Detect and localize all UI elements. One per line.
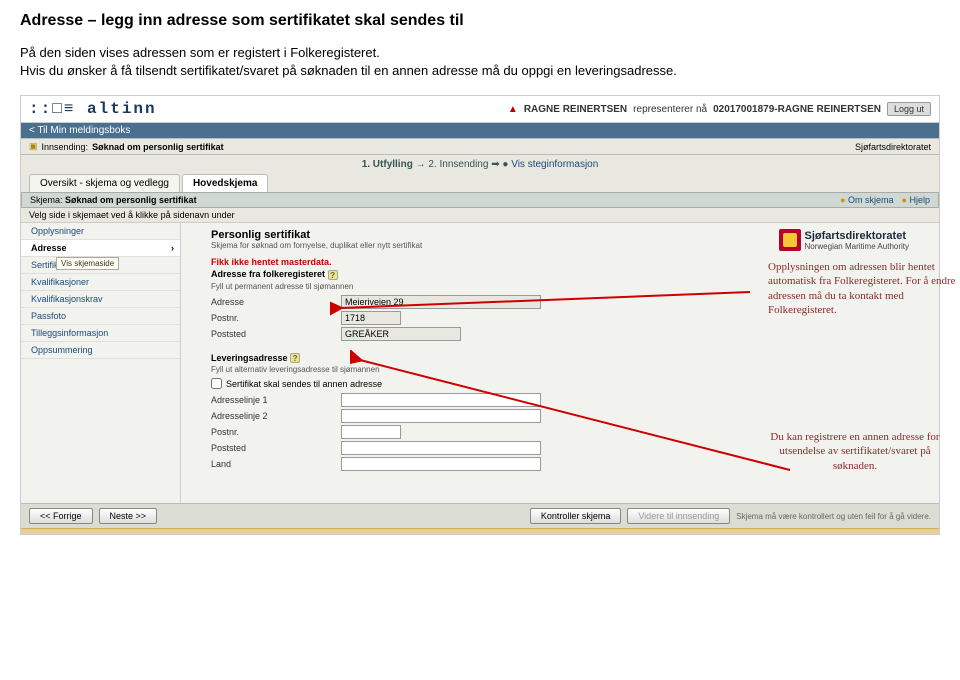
sidebar-item-adresse[interactable]: Adresse xyxy=(21,240,180,257)
land-label: Land xyxy=(211,459,341,469)
show-step-info-link[interactable]: Vis steginformasjon xyxy=(511,159,598,170)
help-question-icon[interactable]: ? xyxy=(328,270,338,280)
document-icon: ▣ xyxy=(29,141,38,152)
help-question-icon[interactable]: ? xyxy=(290,353,300,363)
step-1-label: 1. Utfylling xyxy=(362,159,413,170)
altinn-logo: ::□≡ altinn xyxy=(29,100,157,118)
bottom-decoration xyxy=(21,528,939,534)
adresselinje2-input[interactable] xyxy=(341,409,541,423)
agency-name-en: Norwegian Maritime Authority xyxy=(805,242,909,251)
info-icon: ● xyxy=(840,195,845,205)
submission-title: Søknad om personlig sertifikat xyxy=(92,142,224,152)
user-id: 02017001879-RAGNE REINERTSEN xyxy=(713,104,881,115)
help-icon: ● xyxy=(902,195,907,205)
adresselinje2-label: Adresselinje 2 xyxy=(211,411,341,421)
footer-note: Skjema må være kontrollert og uten feil … xyxy=(736,512,931,521)
about-schema-link[interactable]: Om skjema xyxy=(848,195,894,205)
agency-name-header: Sjøfartsdirektoratet xyxy=(855,142,931,152)
schema-name: Søknad om personlig sertifikat xyxy=(65,195,197,205)
agency-name: Sjøfartsdirektoratet xyxy=(805,230,909,242)
adresse-label: Adresse xyxy=(211,297,341,307)
adresse-input[interactable] xyxy=(341,295,541,309)
help-link[interactable]: Hjelp xyxy=(909,195,930,205)
step-2-label: 2. Innsending xyxy=(428,159,488,170)
agency-logo-icon xyxy=(779,229,801,251)
send-to-alt-address-label: Sertifikat skal sendes til annen adresse xyxy=(226,379,382,389)
tab-overview[interactable]: Oversikt - skjema og vedlegg xyxy=(29,174,180,192)
form-title: Personlig sertifikat xyxy=(211,229,422,241)
forward-button[interactable]: Videre til innsending xyxy=(627,508,730,524)
prev-button[interactable]: << Forrige xyxy=(29,508,93,524)
sidebar-item-kvalifikasjoner[interactable]: Kvalifikasjoner xyxy=(21,274,180,291)
poststed-input[interactable] xyxy=(341,327,461,341)
leveringsadresse-section-heading: Leveringsadresse xyxy=(211,353,288,363)
send-to-alt-address-checkbox[interactable] xyxy=(211,378,222,389)
user-name: RAGNE REINERTSEN xyxy=(524,104,627,115)
form-subtitle: Skjema for søknad om fornyelse, duplikat… xyxy=(211,241,422,250)
next-button[interactable]: Neste >> xyxy=(99,508,158,524)
back-to-mailbox-link[interactable]: < Til Min meldingsboks xyxy=(21,123,939,138)
lev-postnr-label: Postnr. xyxy=(211,427,341,437)
represents-label: representerer nå xyxy=(633,104,707,115)
doc-intro-paragraph: På den siden vises adressen som er regis… xyxy=(20,44,940,79)
land-input[interactable] xyxy=(341,457,541,471)
callout-leveringsadresse: Du kan registrere en annen adresse for u… xyxy=(760,430,950,473)
sidebar-item-oppsummering[interactable]: Oppsummering xyxy=(21,342,180,359)
sidebar-item-tilleggsinformasjon[interactable]: Tilleggsinformasjon xyxy=(21,325,180,342)
adresselinje1-label: Adresselinje 1 xyxy=(211,395,341,405)
logout-button[interactable]: Logg ut xyxy=(887,102,931,116)
lev-poststed-input[interactable] xyxy=(341,441,541,455)
doc-title: Adresse – legg inn adresse som sertifika… xyxy=(20,12,940,30)
tab-main-form[interactable]: Hovedskjema xyxy=(182,174,268,192)
callout-folkeregister: Opplysningen om adressen blir hentet aut… xyxy=(768,260,958,317)
adresselinje1-input[interactable] xyxy=(341,393,541,407)
page-chooser-instruction: Velg side i skjemaet ved å klikke på sid… xyxy=(21,208,939,223)
sidebar-item-passfoto[interactable]: Passfoto xyxy=(21,308,180,325)
sidebar-item-sertifikat[interactable]: Sertifikat Vis skjemaside xyxy=(21,257,180,274)
folkeregister-section-heading: Adresse fra folkeregisteret xyxy=(211,269,325,279)
lev-postnr-input[interactable] xyxy=(341,425,401,439)
schema-label: Skjema: xyxy=(30,195,63,205)
leveringsadresse-section-sub: Fyll ut alternativ leveringsadresse til … xyxy=(211,365,909,374)
lev-poststed-label: Poststed xyxy=(211,443,341,453)
postnr-label: Postnr. xyxy=(211,313,341,323)
person-icon: ▲ xyxy=(508,104,518,115)
check-schema-button[interactable]: Kontroller skjema xyxy=(530,508,622,524)
sidebar-item-opplysninger[interactable]: Opplysninger xyxy=(21,223,180,240)
postnr-input[interactable] xyxy=(341,311,401,325)
poststed-label: Poststed xyxy=(211,329,341,339)
sending-label: Innsending: xyxy=(42,142,89,152)
sidebar-tooltip: Vis skjemaside xyxy=(56,257,119,270)
step-indicator: 1. Utfylling → 2. Innsending ➡ ● Vis ste… xyxy=(21,155,939,174)
sidebar-item-kvalifikasjonskrav[interactable]: Kvalifikasjonskrav xyxy=(21,291,180,308)
sidebar-nav: Opplysninger Adresse Sertifikat Vis skje… xyxy=(21,223,181,503)
